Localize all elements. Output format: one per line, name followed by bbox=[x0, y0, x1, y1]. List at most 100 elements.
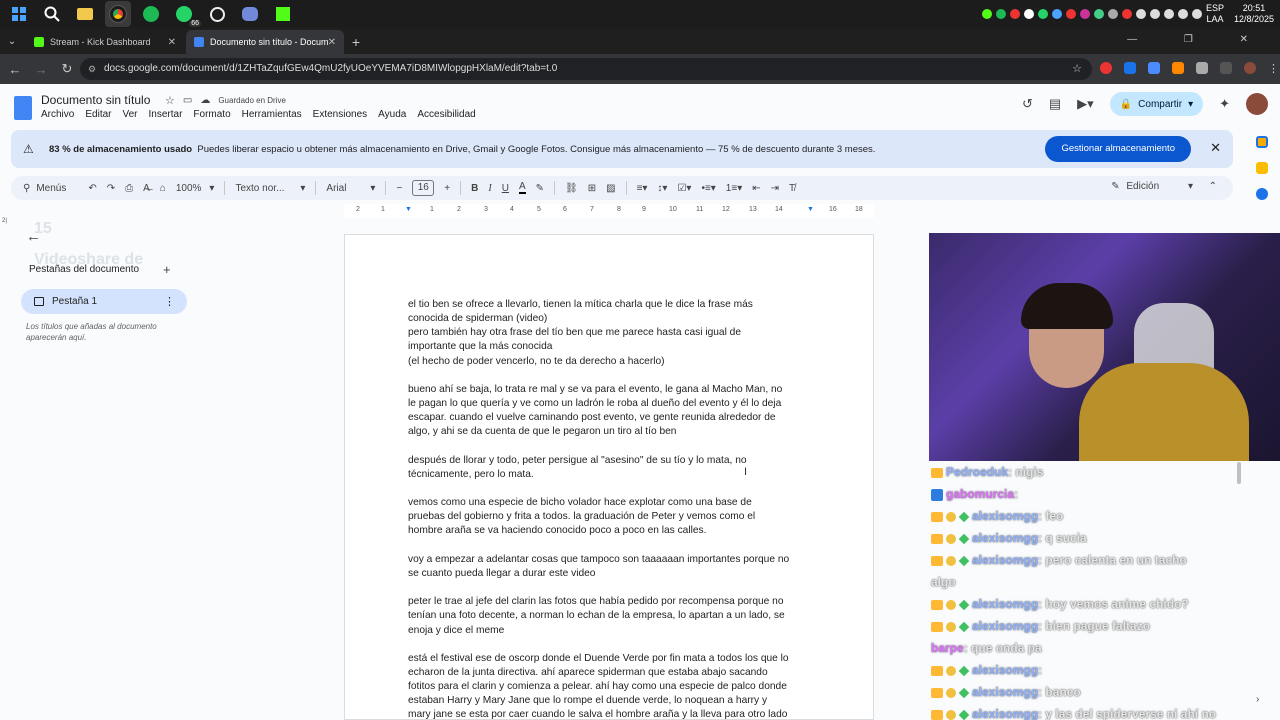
search-icon[interactable] bbox=[39, 1, 65, 27]
tasks-icon[interactable] bbox=[1256, 188, 1268, 200]
reload-icon[interactable]: ↻ bbox=[56, 61, 78, 77]
font-size-input[interactable]: 16 bbox=[412, 180, 435, 196]
add-comment-icon[interactable]: ⊞ bbox=[588, 183, 596, 194]
kebab-menu-icon[interactable]: ⋮ bbox=[164, 295, 175, 308]
tray-icon[interactable] bbox=[1121, 9, 1132, 19]
chevron-down-icon[interactable]: ▾ bbox=[1188, 99, 1193, 110]
extension-icon[interactable] bbox=[1124, 62, 1136, 74]
document-page[interactable]: el tio ben se ofrece a llevarlo, tienen … bbox=[344, 234, 874, 720]
volume-icon[interactable] bbox=[1177, 9, 1188, 19]
document-paragraph[interactable]: vemos como una especie de bicho volador … bbox=[408, 496, 818, 538]
chat-username[interactable]: alexisomgg bbox=[972, 531, 1038, 545]
menu-insertar[interactable]: Insertar bbox=[149, 109, 183, 120]
collapse-toolbar-icon[interactable]: ⌃ bbox=[1209, 181, 1217, 192]
chat-username[interactable]: alexisomgg bbox=[972, 707, 1038, 720]
chat-username[interactable]: alexisomgg bbox=[972, 663, 1038, 677]
tray-icon[interactable] bbox=[1023, 9, 1034, 19]
keep-icon[interactable] bbox=[1256, 162, 1268, 174]
chat-username[interactable]: alexisomgg bbox=[972, 685, 1038, 699]
tab-google-docs[interactable]: Documento sin título - Docume ✕ bbox=[186, 30, 344, 54]
menu-ayuda[interactable]: Ayuda bbox=[378, 109, 406, 120]
history-icon[interactable]: ↺ bbox=[1022, 96, 1033, 112]
meet-icon[interactable]: ▶▾ bbox=[1077, 96, 1094, 112]
document-paragraph[interactable]: bueno ahí se baja, lo trata re mal y se … bbox=[408, 383, 818, 440]
ruler[interactable]: 2 1 ▼ 1 2 3 4 5 6 7 8 9 10 11 12 13 14 ▼… bbox=[344, 204, 874, 218]
tray-icon[interactable] bbox=[1093, 9, 1104, 19]
chevron-down-icon[interactable]: ▾ bbox=[370, 183, 375, 194]
account-avatar[interactable] bbox=[1246, 93, 1268, 115]
tray-icon[interactable] bbox=[1065, 9, 1076, 19]
menu-accesibilidad[interactable]: Accesibilidad bbox=[417, 109, 475, 120]
bookmark-star-icon[interactable]: ☆ bbox=[1072, 58, 1082, 80]
underline-icon[interactable]: U bbox=[502, 183, 509, 194]
star-icon[interactable]: ☆ bbox=[165, 94, 175, 107]
discord-icon[interactable] bbox=[237, 1, 263, 27]
windows-start-icon[interactable] bbox=[6, 1, 32, 27]
checklist-icon[interactable]: ☑▾ bbox=[677, 183, 691, 194]
url-field[interactable]: ⚙ docs.google.com/document/d/1ZHTaZqufGE… bbox=[80, 58, 1092, 80]
app-icon[interactable] bbox=[204, 1, 230, 27]
close-icon[interactable]: ✕ bbox=[1210, 140, 1221, 156]
line-spacing-icon[interactable]: ↕▾ bbox=[657, 183, 667, 194]
cloud-icon[interactable]: ☁ bbox=[200, 95, 210, 106]
document-paragraph[interactable]: peter le trae al jefe del clarin las fot… bbox=[408, 595, 818, 637]
decrease-indent-icon[interactable]: ⇤ bbox=[752, 183, 760, 194]
document-paragraph[interactable]: voy a empezar a adelantar cosas que tamp… bbox=[408, 553, 818, 581]
document-paragraph[interactable]: después de llorar y todo, peter persigue… bbox=[408, 454, 818, 482]
increase-indent-icon[interactable]: ⇥ bbox=[771, 183, 779, 194]
chat-username[interactable]: alexisomgg bbox=[972, 553, 1038, 567]
bold-icon[interactable]: B bbox=[471, 183, 478, 194]
move-folder-icon[interactable]: ▭ bbox=[183, 95, 192, 106]
manage-storage-button[interactable]: Gestionar almacenamiento bbox=[1045, 136, 1191, 162]
text-color-icon[interactable]: A bbox=[518, 182, 526, 194]
chevron-right-icon[interactable]: › bbox=[1256, 694, 1259, 705]
tray-icon[interactable] bbox=[1079, 9, 1090, 19]
chat-username[interactable]: alexisomgg bbox=[972, 509, 1038, 523]
tray-icon[interactable] bbox=[1107, 9, 1118, 19]
back-arrow-icon[interactable]: ← bbox=[26, 228, 41, 245]
sidebar-tab-item[interactable]: Pestaña 1 ⋮ bbox=[21, 289, 187, 314]
tray-icon[interactable] bbox=[1135, 9, 1146, 19]
tray-icon[interactable] bbox=[1009, 9, 1020, 19]
search-menus-icon[interactable]: ⚲ bbox=[23, 183, 30, 194]
close-icon[interactable]: ✕ bbox=[328, 37, 336, 48]
window-controls[interactable]: — ❐ ✕ bbox=[1127, 34, 1270, 45]
highlight-icon[interactable]: ✎ bbox=[536, 183, 544, 194]
menu-editar[interactable]: Editar bbox=[85, 109, 111, 120]
numbered-list-icon[interactable]: 1≡▾ bbox=[726, 183, 742, 194]
chat-username[interactable]: alexisomgg bbox=[972, 619, 1038, 633]
indent-marker-icon[interactable]: ▼ bbox=[405, 206, 412, 213]
spotify-icon[interactable] bbox=[138, 1, 164, 27]
wifi-icon[interactable] bbox=[1163, 9, 1174, 19]
align-icon[interactable]: ≡▾ bbox=[637, 183, 648, 194]
link-icon[interactable]: ⛓ bbox=[565, 183, 578, 194]
insert-image-icon[interactable]: ▨ bbox=[606, 183, 615, 194]
chat-username[interactable]: alexisomgg bbox=[972, 597, 1038, 611]
menu-formato[interactable]: Formato bbox=[193, 109, 230, 120]
gemini-icon[interactable]: ✦ bbox=[1219, 96, 1230, 112]
menu-herramientas[interactable]: Herramientas bbox=[242, 109, 302, 120]
back-arrow-icon[interactable]: ← bbox=[4, 62, 26, 77]
chat-username[interactable]: gabomurcia bbox=[946, 487, 1014, 501]
extension-icon[interactable] bbox=[1100, 62, 1112, 74]
increase-font-icon[interactable]: + bbox=[444, 183, 450, 194]
bulleted-list-icon[interactable]: •≡▾ bbox=[701, 183, 715, 194]
battery-icon[interactable] bbox=[1191, 9, 1202, 19]
add-tab-button[interactable]: + bbox=[163, 262, 171, 277]
close-icon[interactable]: ✕ bbox=[168, 37, 176, 48]
chrome-icon[interactable] bbox=[105, 1, 131, 27]
menu-ver[interactable]: Ver bbox=[122, 109, 137, 120]
font-select[interactable]: Arial bbox=[326, 183, 346, 194]
style-select[interactable]: Texto nor... bbox=[235, 183, 284, 194]
undo-icon[interactable]: ↶ bbox=[88, 183, 96, 194]
tray-icon[interactable] bbox=[1037, 9, 1048, 19]
calendar-icon[interactable] bbox=[1256, 136, 1268, 148]
chat-username[interactable]: Pedroeduk bbox=[946, 465, 1008, 479]
paint-format-icon[interactable]: ⌂ bbox=[160, 183, 166, 194]
tray-icon[interactable] bbox=[995, 9, 1006, 19]
docs-logo-icon[interactable] bbox=[14, 96, 32, 120]
chevron-down-icon[interactable]: ▾ bbox=[209, 183, 214, 194]
tray-icon[interactable] bbox=[981, 9, 992, 19]
sidepanel-icon[interactable] bbox=[1220, 62, 1232, 74]
tab-search-icon[interactable]: ⌄ bbox=[0, 30, 24, 54]
